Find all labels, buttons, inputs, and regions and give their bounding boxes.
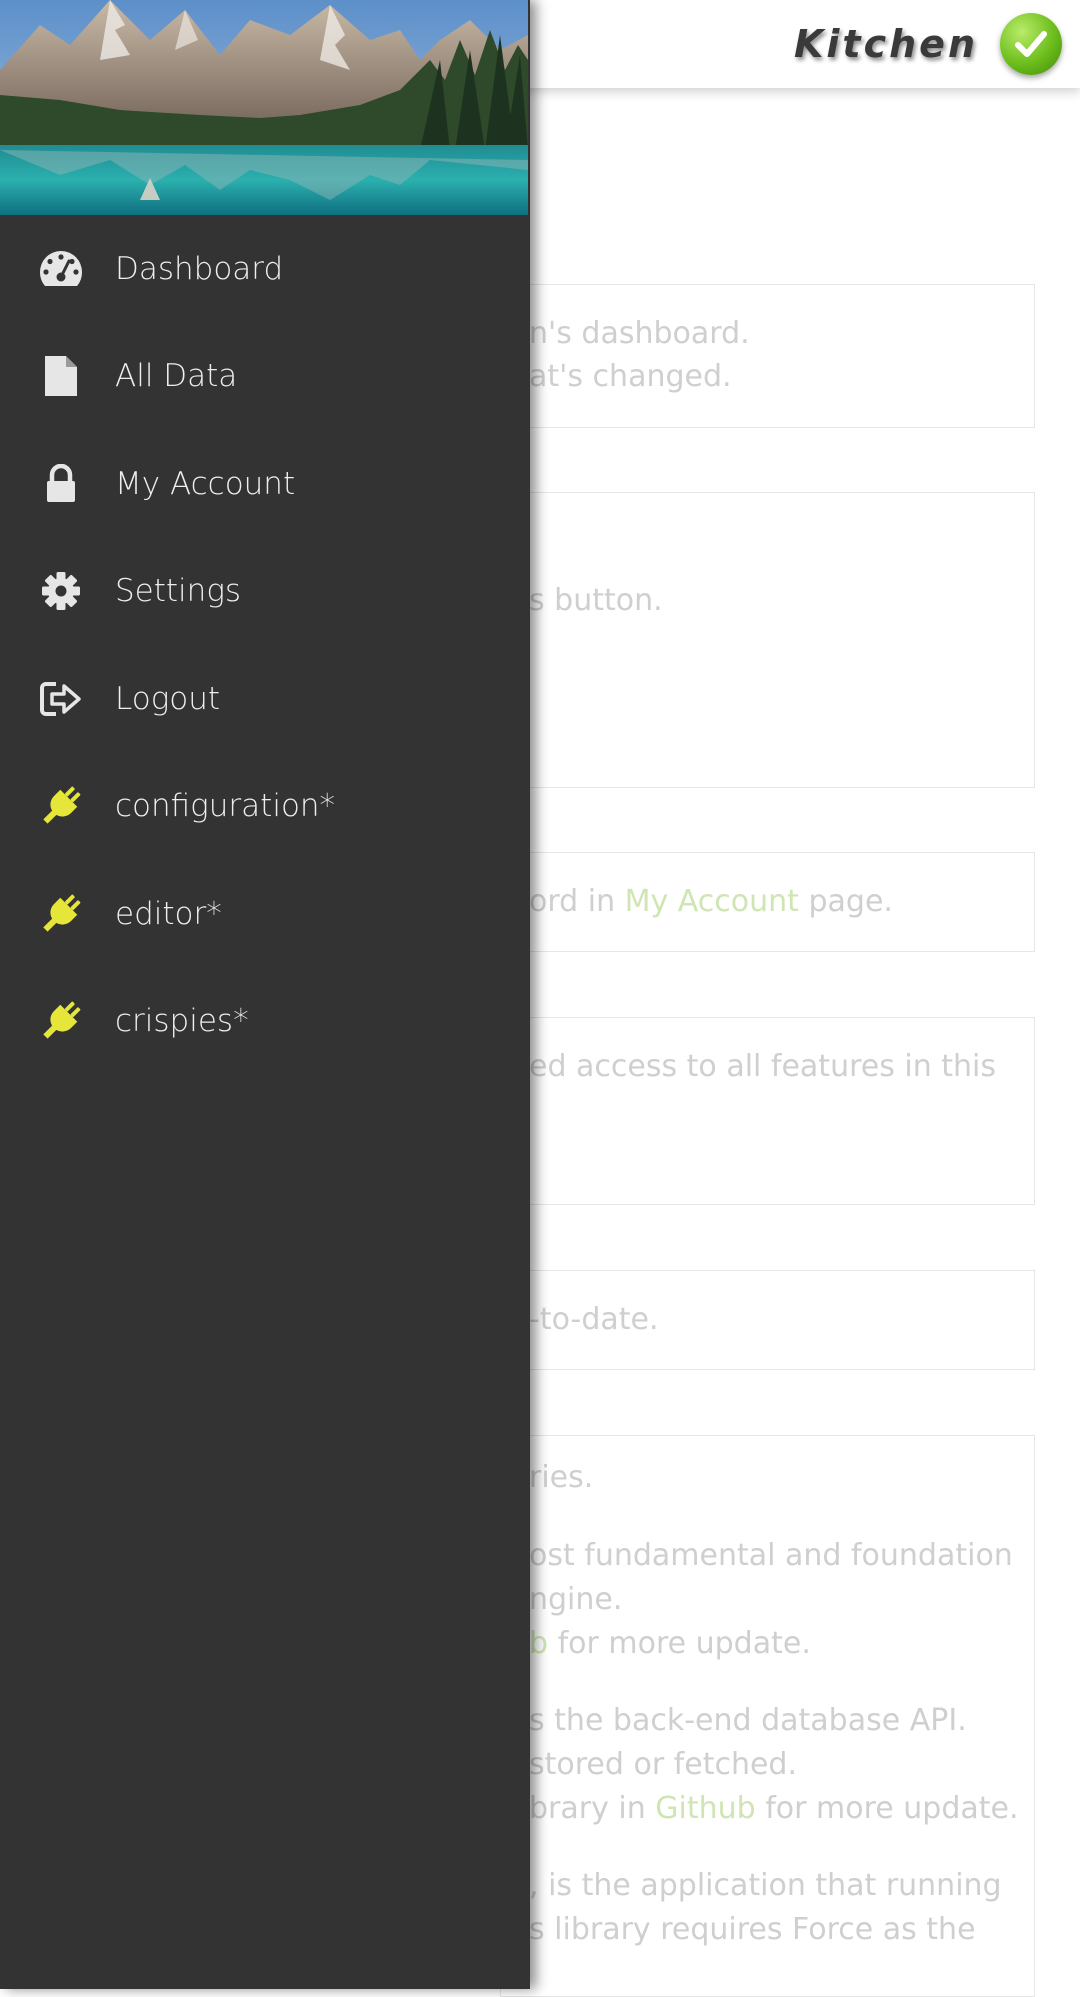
logout-icon bbox=[38, 676, 84, 722]
card-text: s the back-end database API. bbox=[529, 1703, 967, 1738]
card-text: s library requires Force as the bbox=[529, 1912, 976, 1947]
github-link[interactable]: Github bbox=[655, 1791, 755, 1826]
menu-item-configuration[interactable]: configuration* bbox=[0, 753, 530, 861]
menu-item-my-account[interactable]: My Account bbox=[0, 430, 530, 538]
menu-item-label: Logout bbox=[115, 680, 221, 717]
card-text: n's dashboard. bbox=[529, 316, 750, 351]
card-text: s button. bbox=[529, 583, 663, 618]
card-text: ed access to all features in this bbox=[529, 1049, 997, 1084]
menu-item-label: configuration* bbox=[115, 788, 336, 825]
info-card-access: ed access to all features in this bbox=[500, 1017, 1035, 1205]
info-card-button: s button. bbox=[500, 492, 1035, 788]
card-text: -to-date. bbox=[529, 1302, 659, 1337]
info-card-update: -to-date. bbox=[500, 1270, 1035, 1370]
file-icon bbox=[38, 353, 84, 399]
navigation-drawer: Dashboard All Data My Account Settings L… bbox=[0, 0, 530, 1989]
card-text-after: page. bbox=[798, 884, 893, 919]
card-text: brary in Github for more update. bbox=[529, 1787, 1019, 1831]
github-link[interactable]: b bbox=[529, 1626, 548, 1661]
menu-item-label: Dashboard bbox=[115, 250, 284, 287]
info-card-libraries: ries. ost fundamental and foundation ngi… bbox=[500, 1435, 1035, 1997]
checkmark-icon[interactable] bbox=[1000, 13, 1062, 75]
info-card-account: ord in My Account page. bbox=[500, 852, 1035, 952]
brand: Kitchen bbox=[794, 8, 1062, 80]
card-text: ord in My Account page. bbox=[529, 880, 893, 924]
card-text-after: for more update. bbox=[755, 1791, 1019, 1826]
plug-icon bbox=[38, 891, 84, 937]
gear-icon bbox=[38, 568, 84, 614]
menu-item-label: crispies* bbox=[115, 1003, 249, 1040]
plug-icon bbox=[38, 998, 84, 1044]
card-text: ries. bbox=[529, 1460, 594, 1495]
drawer-menu: Dashboard All Data My Account Settings L… bbox=[0, 215, 530, 1075]
card-text: at's changed. bbox=[529, 359, 732, 394]
card-text: ost fundamental and foundation bbox=[529, 1538, 1013, 1573]
info-card-dashboard: n's dashboard. at's changed. bbox=[500, 284, 1035, 428]
plug-icon bbox=[38, 783, 84, 829]
card-text-before: ord in bbox=[529, 884, 625, 919]
dashboard-icon bbox=[38, 246, 84, 292]
menu-item-label: editor* bbox=[115, 895, 222, 932]
lock-icon bbox=[38, 461, 84, 507]
menu-item-dashboard[interactable]: Dashboard bbox=[0, 215, 530, 323]
menu-item-settings[interactable]: Settings bbox=[0, 538, 530, 646]
card-text: , is the application that running bbox=[529, 1868, 1002, 1903]
card-text: b for more update. bbox=[529, 1622, 811, 1666]
card-text-before: brary in bbox=[529, 1791, 656, 1826]
menu-item-all-data[interactable]: All Data bbox=[0, 323, 530, 431]
app-title: Kitchen bbox=[793, 22, 978, 66]
card-text: ngine. bbox=[529, 1582, 623, 1617]
menu-item-label: All Data bbox=[115, 358, 238, 395]
menu-item-crispies[interactable]: crispies* bbox=[0, 968, 530, 1076]
menu-item-logout[interactable]: Logout bbox=[0, 645, 530, 753]
menu-item-editor[interactable]: editor* bbox=[0, 860, 530, 968]
card-text: stored or fetched. bbox=[529, 1747, 798, 1782]
mountain-lake-image bbox=[0, 0, 528, 215]
menu-item-label: My Account bbox=[115, 465, 296, 502]
menu-item-label: Settings bbox=[115, 573, 242, 610]
card-text-after: for more update. bbox=[548, 1626, 811, 1661]
my-account-link[interactable]: My Account bbox=[625, 884, 799, 919]
